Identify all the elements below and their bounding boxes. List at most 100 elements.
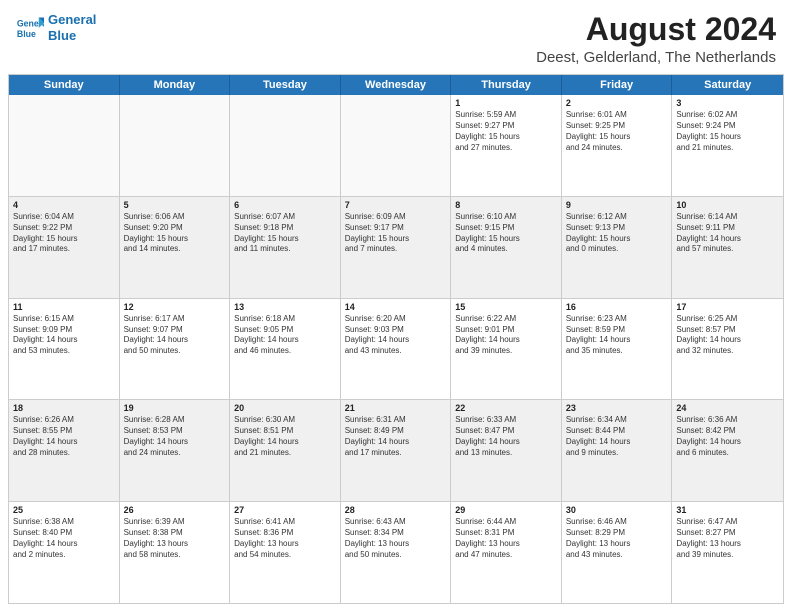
calendar-row: 1 Sunrise: 5:59 AM Sunset: 9:27 PM Daylig… bbox=[9, 95, 783, 197]
day-number: 13 bbox=[234, 302, 336, 312]
calendar-row: 11 Sunrise: 6:15 AM Sunset: 9:09 PM Dayli… bbox=[9, 299, 783, 401]
day-number: 8 bbox=[455, 200, 557, 210]
calendar-cell: 28Sunrise: 6:43 AM Sunset: 8:34 PM Dayli… bbox=[341, 502, 452, 603]
cell-info: Sunrise: 6:30 AM Sunset: 8:51 PM Dayligh… bbox=[234, 415, 336, 458]
calendar-cell: 31 Sunrise: 6:47 AM Sunset: 8:27 PM Dayli… bbox=[672, 502, 783, 603]
cell-info: Sunrise: 6:20 AM Sunset: 9:03 PM Dayligh… bbox=[345, 314, 447, 357]
cell-info: Sunrise: 6:06 AM Sunset: 9:20 PM Dayligh… bbox=[124, 212, 226, 255]
day-number: 23 bbox=[566, 403, 668, 413]
cell-info: Sunrise: 6:46 AM Sunset: 8:29 PM Dayligh… bbox=[566, 517, 668, 560]
cell-info: Sunrise: 6:14 AM Sunset: 9:11 PM Dayligh… bbox=[676, 212, 779, 255]
day-number: 20 bbox=[234, 403, 336, 413]
weekday-header: Tuesday bbox=[230, 75, 341, 95]
day-number: 6 bbox=[234, 200, 336, 210]
calendar-cell: 30 Sunrise: 6:46 AM Sunset: 8:29 PM Dayli… bbox=[562, 502, 673, 603]
calendar-cell: 23 Sunrise: 6:34 AM Sunset: 8:44 PM Dayli… bbox=[562, 400, 673, 501]
calendar-header: SundayMondayTuesdayWednesdayThursdayFrid… bbox=[9, 75, 783, 95]
day-number: 22 bbox=[455, 403, 557, 413]
calendar-cell: 13 Sunrise: 6:18 AM Sunset: 9:05 PM Dayli… bbox=[230, 299, 341, 400]
header: General Blue General Blue August 2024 De… bbox=[0, 0, 792, 74]
cell-info: Sunrise: 6:09 AM Sunset: 9:17 PM Dayligh… bbox=[345, 212, 447, 255]
cell-info: Sunrise: 6:01 AM Sunset: 9:25 PM Dayligh… bbox=[566, 110, 668, 153]
calendar-cell: 1 Sunrise: 5:59 AM Sunset: 9:27 PM Daylig… bbox=[451, 95, 562, 196]
calendar-cell: 7Sunrise: 6:09 AM Sunset: 9:17 PM Daylig… bbox=[341, 197, 452, 298]
weekday-header: Monday bbox=[120, 75, 231, 95]
calendar-cell: 27 Sunrise: 6:41 AM Sunset: 8:36 PM Dayli… bbox=[230, 502, 341, 603]
calendar-cell bbox=[341, 95, 452, 196]
weekday-header: Thursday bbox=[451, 75, 562, 95]
day-number: 15 bbox=[455, 302, 557, 312]
day-number: 9 bbox=[566, 200, 668, 210]
cell-info: Sunrise: 6:39 AM Sunset: 8:38 PM Dayligh… bbox=[124, 517, 226, 560]
cell-info: Sunrise: 6:07 AM Sunset: 9:18 PM Dayligh… bbox=[234, 212, 336, 255]
weekday-header: Wednesday bbox=[341, 75, 452, 95]
cell-info: Sunrise: 6:12 AM Sunset: 9:13 PM Dayligh… bbox=[566, 212, 668, 255]
day-number: 24 bbox=[676, 403, 779, 413]
calendar-cell: 18 Sunrise: 6:26 AM Sunset: 8:55 PM Dayli… bbox=[9, 400, 120, 501]
calendar-body: 1 Sunrise: 5:59 AM Sunset: 9:27 PM Daylig… bbox=[9, 95, 783, 603]
page: General Blue General Blue August 2024 De… bbox=[0, 0, 792, 612]
cell-info: Sunrise: 5:59 AM Sunset: 9:27 PM Dayligh… bbox=[455, 110, 557, 153]
calendar-cell: 5Sunrise: 6:06 AM Sunset: 9:20 PM Daylig… bbox=[120, 197, 231, 298]
day-number: 10 bbox=[676, 200, 779, 210]
calendar-cell: 20 Sunrise: 6:30 AM Sunset: 8:51 PM Dayli… bbox=[230, 400, 341, 501]
calendar-cell: 15Sunrise: 6:22 AM Sunset: 9:01 PM Dayli… bbox=[451, 299, 562, 400]
calendar-cell: 24 Sunrise: 6:36 AM Sunset: 8:42 PM Dayli… bbox=[672, 400, 783, 501]
day-number: 14 bbox=[345, 302, 447, 312]
calendar-cell: 17 Sunrise: 6:25 AM Sunset: 8:57 PM Dayli… bbox=[672, 299, 783, 400]
logo: General Blue General Blue bbox=[16, 12, 96, 43]
logo-icon: General Blue bbox=[16, 14, 44, 42]
calendar-cell: 2 Sunrise: 6:01 AM Sunset: 9:25 PM Daylig… bbox=[562, 95, 673, 196]
title-block: August 2024 Deest, Gelderland, The Nethe… bbox=[536, 12, 776, 66]
day-number: 28 bbox=[345, 505, 447, 515]
day-number: 25 bbox=[13, 505, 115, 515]
cell-info: Sunrise: 6:23 AM Sunset: 8:59 PM Dayligh… bbox=[566, 314, 668, 357]
calendar-cell: 10 Sunrise: 6:14 AM Sunset: 9:11 PM Dayli… bbox=[672, 197, 783, 298]
day-number: 16 bbox=[566, 302, 668, 312]
cell-info: Sunrise: 6:34 AM Sunset: 8:44 PM Dayligh… bbox=[566, 415, 668, 458]
calendar-row: 25 Sunrise: 6:38 AM Sunset: 8:40 PM Dayli… bbox=[9, 502, 783, 603]
cell-info: Sunrise: 6:18 AM Sunset: 9:05 PM Dayligh… bbox=[234, 314, 336, 357]
calendar-cell: 6 Sunrise: 6:07 AM Sunset: 9:18 PM Daylig… bbox=[230, 197, 341, 298]
cell-info: Sunrise: 6:15 AM Sunset: 9:09 PM Dayligh… bbox=[13, 314, 115, 357]
cell-info: Sunrise: 6:47 AM Sunset: 8:27 PM Dayligh… bbox=[676, 517, 779, 560]
day-number: 30 bbox=[566, 505, 668, 515]
weekday-header: Saturday bbox=[672, 75, 783, 95]
cell-info: Sunrise: 6:41 AM Sunset: 8:36 PM Dayligh… bbox=[234, 517, 336, 560]
cell-info: Sunrise: 6:33 AM Sunset: 8:47 PM Dayligh… bbox=[455, 415, 557, 458]
logo-line1: General bbox=[48, 12, 96, 27]
calendar-cell: 8 Sunrise: 6:10 AM Sunset: 9:15 PM Daylig… bbox=[451, 197, 562, 298]
calendar-cell: 16 Sunrise: 6:23 AM Sunset: 8:59 PM Dayli… bbox=[562, 299, 673, 400]
calendar-row: 4 Sunrise: 6:04 AM Sunset: 9:22 PM Daylig… bbox=[9, 197, 783, 299]
day-number: 11 bbox=[13, 302, 115, 312]
cell-info: Sunrise: 6:17 AM Sunset: 9:07 PM Dayligh… bbox=[124, 314, 226, 357]
calendar-cell: 11 Sunrise: 6:15 AM Sunset: 9:09 PM Dayli… bbox=[9, 299, 120, 400]
cell-info: Sunrise: 6:10 AM Sunset: 9:15 PM Dayligh… bbox=[455, 212, 557, 255]
calendar-cell: 25 Sunrise: 6:38 AM Sunset: 8:40 PM Dayli… bbox=[9, 502, 120, 603]
day-number: 31 bbox=[676, 505, 779, 515]
day-number: 4 bbox=[13, 200, 115, 210]
cell-info: Sunrise: 6:44 AM Sunset: 8:31 PM Dayligh… bbox=[455, 517, 557, 560]
calendar: SundayMondayTuesdayWednesdayThursdayFrid… bbox=[8, 74, 784, 604]
calendar-cell: 29Sunrise: 6:44 AM Sunset: 8:31 PM Dayli… bbox=[451, 502, 562, 603]
day-number: 2 bbox=[566, 98, 668, 108]
calendar-cell bbox=[230, 95, 341, 196]
calendar-row: 18 Sunrise: 6:26 AM Sunset: 8:55 PM Dayli… bbox=[9, 400, 783, 502]
calendar-cell: 3Sunrise: 6:02 AM Sunset: 9:24 PM Daylig… bbox=[672, 95, 783, 196]
cell-info: Sunrise: 6:04 AM Sunset: 9:22 PM Dayligh… bbox=[13, 212, 115, 255]
day-number: 1 bbox=[455, 98, 557, 108]
day-number: 21 bbox=[345, 403, 447, 413]
day-number: 18 bbox=[13, 403, 115, 413]
calendar-cell: 19Sunrise: 6:28 AM Sunset: 8:53 PM Dayli… bbox=[120, 400, 231, 501]
cell-info: Sunrise: 6:26 AM Sunset: 8:55 PM Dayligh… bbox=[13, 415, 115, 458]
day-number: 17 bbox=[676, 302, 779, 312]
cell-info: Sunrise: 6:02 AM Sunset: 9:24 PM Dayligh… bbox=[676, 110, 779, 153]
svg-text:Blue: Blue bbox=[17, 28, 36, 38]
cell-info: Sunrise: 6:38 AM Sunset: 8:40 PM Dayligh… bbox=[13, 517, 115, 560]
cell-info: Sunrise: 6:36 AM Sunset: 8:42 PM Dayligh… bbox=[676, 415, 779, 458]
cell-info: Sunrise: 6:25 AM Sunset: 8:57 PM Dayligh… bbox=[676, 314, 779, 357]
day-number: 19 bbox=[124, 403, 226, 413]
day-number: 27 bbox=[234, 505, 336, 515]
calendar-cell: 9 Sunrise: 6:12 AM Sunset: 9:13 PM Daylig… bbox=[562, 197, 673, 298]
calendar-cell: 26Sunrise: 6:39 AM Sunset: 8:38 PM Dayli… bbox=[120, 502, 231, 603]
